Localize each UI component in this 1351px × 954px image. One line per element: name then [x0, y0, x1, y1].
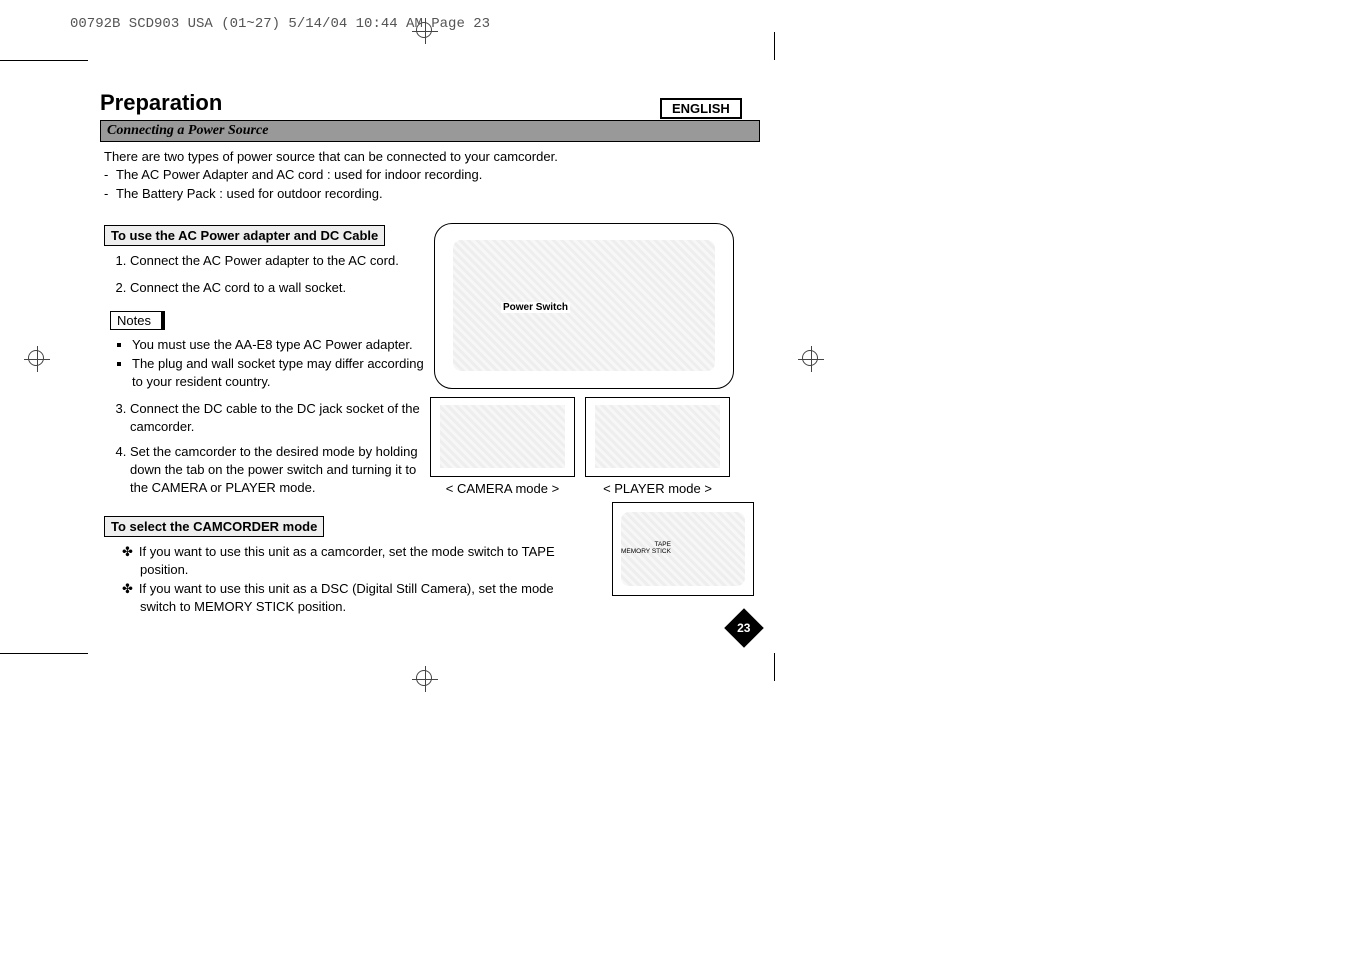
figure-camera-mode — [430, 397, 575, 477]
caption-camera-mode: < CAMERA mode > — [430, 481, 575, 496]
steps-list-b: Connect the DC cable to the DC jack sock… — [104, 400, 430, 496]
subheading-ac: To use the AC Power adapter and DC Cable — [104, 225, 385, 246]
illustration-placeholder — [440, 405, 566, 467]
illustration-placeholder — [595, 405, 721, 467]
crop-mark — [774, 32, 775, 60]
switch-label-memstick: MEMORY STICK — [621, 548, 671, 555]
figure-player-mode — [585, 397, 730, 477]
crop-mark — [774, 653, 775, 681]
power-switch-label: Power Switch — [501, 302, 570, 313]
registration-mark-icon — [24, 346, 50, 372]
switch-label-tape: TAPE — [621, 541, 671, 548]
crop-line — [0, 60, 88, 61]
list-item: Connect the AC Power adapter to the AC c… — [130, 252, 430, 270]
list-item: If you want to use this unit as a camcor… — [140, 543, 590, 578]
registration-mark-icon — [412, 666, 438, 692]
list-item: The plug and wall socket type may differ… — [132, 355, 430, 390]
mode-list: If you want to use this unit as a camcor… — [104, 543, 590, 615]
list-item: You must use the AA-E8 type AC Power ada… — [132, 336, 430, 354]
notes-list: You must use the AA-E8 type AC Power ada… — [104, 336, 430, 391]
subheading-mode: To select the CAMCORDER mode — [104, 516, 324, 537]
list-item: If you want to use this unit as a DSC (D… — [140, 580, 590, 615]
registration-mark-icon — [798, 346, 824, 372]
illustration-placeholder — [453, 240, 715, 371]
figure-power-connection: Power Switch — [434, 223, 734, 389]
intro-text: There are two types of power source that… — [104, 148, 760, 166]
list-item: Connect the AC cord to a wall socket. — [130, 279, 430, 297]
page-title: Preparation — [100, 90, 760, 116]
list-item: Set the camcorder to the desired mode by… — [130, 443, 430, 496]
caption-player-mode: < PLAYER mode > — [585, 481, 730, 496]
intro-list: The AC Power Adapter and AC cord : used … — [104, 166, 760, 203]
steps-list-a: Connect the AC Power adapter to the AC c… — [104, 252, 430, 297]
list-item: Connect the DC cable to the DC jack sock… — [130, 400, 430, 435]
page-number: 23 — [737, 621, 750, 635]
print-header: 00792B SCD903 USA (01~27) 5/14/04 10:44 … — [70, 16, 490, 32]
section-heading: Connecting a Power Source — [100, 120, 760, 142]
switch-label-group: TAPE MEMORY STICK — [621, 541, 671, 555]
list-item: The Battery Pack : used for outdoor reco… — [118, 185, 760, 203]
notes-label: Notes — [110, 311, 165, 330]
figure-mode-switch: TAPE MEMORY STICK — [612, 502, 754, 596]
list-item: The AC Power Adapter and AC cord : used … — [118, 166, 760, 184]
crop-line — [0, 653, 88, 654]
